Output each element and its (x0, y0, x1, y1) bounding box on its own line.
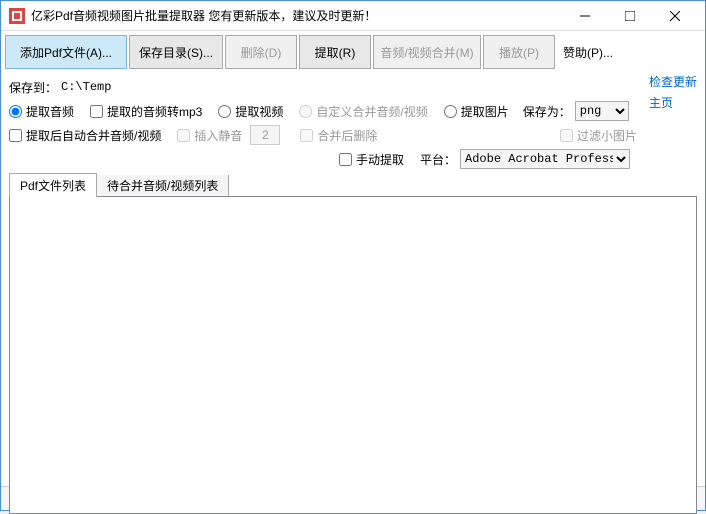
maximize-button[interactable] (607, 2, 652, 30)
tab-merge-list[interactable]: 待合并音频/视频列表 (96, 173, 229, 197)
homepage-link[interactable]: 主页 (649, 94, 697, 111)
tab-pdf-list[interactable]: Pdf文件列表 (9, 173, 97, 197)
save-to-row: 保存到： C:\Temp (9, 75, 697, 99)
merge-button[interactable]: 音频/视频合并(M) (373, 35, 481, 69)
side-links: 检查更新 主页 (649, 73, 697, 111)
platform-select[interactable]: Adobe Acrobat Profession (460, 149, 630, 169)
auto-merge-checkbox[interactable]: 提取后自动合并音频/视频 (9, 127, 161, 144)
audio-to-mp3-checkbox[interactable]: 提取的音频转mp3 (90, 103, 202, 120)
save-to-path: C:\Temp (61, 80, 111, 94)
custom-merge-radio[interactable]: 自定义合并音频/视频 (299, 103, 427, 120)
app-icon (9, 8, 25, 24)
options-area: 检查更新 主页 保存到： C:\Temp 提取音频 提取的音频转mp3 提取视频… (1, 73, 705, 175)
delete-button[interactable]: 删除(D) (225, 35, 297, 69)
tabs: Pdf文件列表 待合并音频/视频列表 (1, 175, 705, 197)
save-as-select[interactable]: png (575, 101, 629, 121)
extract-audio-radio[interactable]: 提取音频 (9, 103, 74, 120)
extract-video-radio[interactable]: 提取视频 (218, 103, 283, 120)
save-to-label: 保存到： (9, 79, 57, 96)
filter-small-img-checkbox: 过滤小图片 (560, 127, 637, 144)
manual-extract-checkbox[interactable]: 手动提取 (339, 151, 404, 168)
sponsor-button[interactable]: 赞助(P)... (557, 35, 619, 69)
play-button[interactable]: 播放(P) (483, 35, 555, 69)
titlebar: 亿彩Pdf音频视频图片批量提取器 您有更新版本，建议及时更新！ (1, 1, 705, 31)
platform-row: 手动提取 平台： Adobe Acrobat Profession (9, 147, 697, 171)
check-update-link[interactable]: 检查更新 (649, 73, 697, 90)
extract-image-radio[interactable]: 提取图片 (444, 103, 509, 120)
toolbar: 添加Pdf文件(A)... 保存目录(S)... 删除(D) 提取(R) 音频/… (1, 31, 705, 73)
save-dir-button[interactable]: 保存目录(S)... (129, 35, 223, 69)
insert-silence-checkbox: 插入静音 (177, 127, 242, 144)
file-list[interactable] (9, 196, 697, 514)
save-as-label: 保存为： (523, 103, 571, 120)
add-pdf-button[interactable]: 添加Pdf文件(A)... (5, 35, 127, 69)
main-window: 亿彩Pdf音频视频图片批量提取器 您有更新版本，建议及时更新！ 添加Pdf文件(… (0, 0, 706, 511)
platform-label: 平台： (420, 151, 456, 168)
window-controls (562, 2, 697, 30)
silence-spinner[interactable]: 2 (250, 125, 280, 145)
minimize-button[interactable] (562, 2, 607, 30)
close-button[interactable] (652, 2, 697, 30)
extract-button[interactable]: 提取(R) (299, 35, 371, 69)
merge-options-row: 提取后自动合并音频/视频 插入静音 2 合并后删除 过滤小图片 (9, 123, 697, 147)
window-title: 亿彩Pdf音频视频图片批量提取器 您有更新版本，建议及时更新！ (31, 7, 562, 24)
extract-options-row: 提取音频 提取的音频转mp3 提取视频 自定义合并音频/视频 提取图片 保存为：… (9, 99, 697, 123)
delete-after-merge-checkbox: 合并后删除 (300, 127, 377, 144)
